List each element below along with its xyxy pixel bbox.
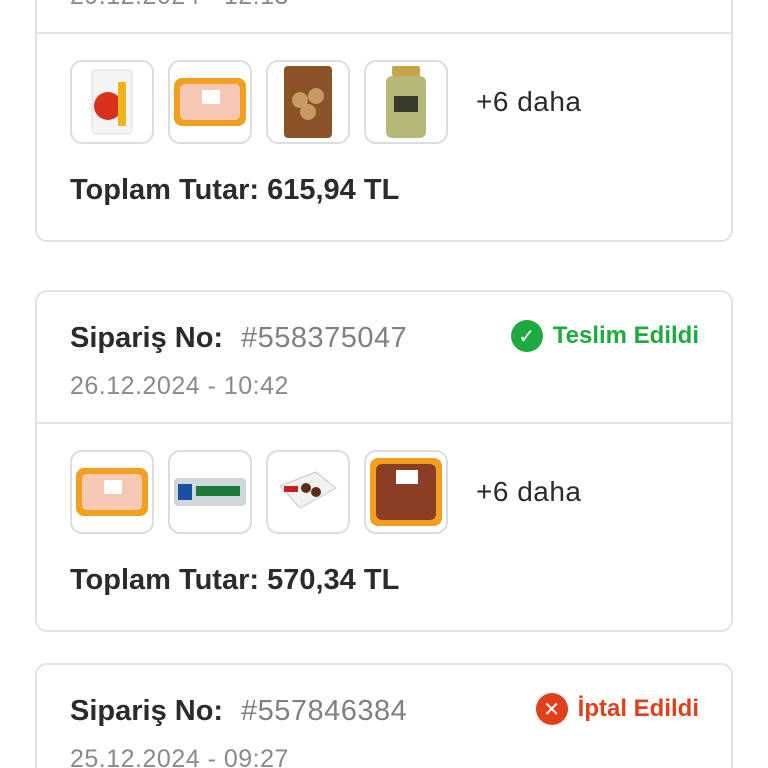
product-thumbnail[interactable]	[168, 450, 252, 534]
product-thumbnail[interactable]	[364, 450, 448, 534]
product-thumbnail[interactable]	[364, 60, 448, 144]
product-thumbnail[interactable]	[266, 60, 350, 144]
tomato-paste-bag-icon	[91, 69, 133, 135]
order-number-label: Sipariş No:	[70, 695, 224, 727]
status-badge: ✕ İptal Edildi	[535, 693, 699, 725]
more-items-label: +6 daha	[476, 86, 582, 117]
order-date: 26.12.2024 - 10:42	[70, 372, 289, 400]
order-card-header: Sipariş No: #558375047 ✓ Teslim Edildi 2…	[37, 292, 731, 424]
order-number: #557846384	[241, 695, 408, 727]
close-icon: ✕	[535, 693, 568, 725]
order-total: Toplam Tutar: 570,34 TL	[70, 564, 399, 597]
order-total-label: Toplam Tutar:	[70, 564, 260, 596]
order-card[interactable]: Sipariş No: #557846384 ✕ İptal Edildi 25…	[35, 663, 733, 768]
product-thumbnail[interactable]	[70, 60, 154, 144]
more-items-label: +6 daha	[476, 476, 582, 507]
trash-bag-pack-icon	[174, 478, 246, 506]
order-total: Toplam Tutar: 615,94 TL	[70, 174, 399, 207]
order-number-label: Sipariş No:	[70, 322, 224, 354]
product-thumbnail[interactable]	[266, 450, 350, 534]
chicken-tray-icon	[174, 78, 246, 126]
status-label: İptal Edildi	[577, 695, 699, 722]
order-total-value: 615,94 TL	[267, 174, 400, 206]
order-number: #558375047	[241, 322, 408, 354]
order-total-label: Toplam Tutar:	[70, 174, 260, 206]
order-card-body: +6 daha Toplam Tutar: 615,94 TL	[37, 34, 731, 240]
pickle-jar-icon	[386, 66, 426, 138]
product-thumbnail[interactable]	[168, 60, 252, 144]
product-thumbnail[interactable]	[70, 450, 154, 534]
check-icon: ✓	[510, 320, 543, 352]
order-card[interactable]: Sipariş No: #558375047 ✓ Teslim Edildi 2…	[35, 290, 733, 632]
order-card[interactable]: 29.12.2024 - 12:13	[35, 0, 733, 242]
order-card-header: 29.12.2024 - 12:13	[37, 0, 731, 34]
mushroom-bag-icon	[284, 66, 332, 138]
order-date: 25.12.2024 - 09:27	[70, 745, 289, 768]
product-thumbnails: +6 daha	[70, 450, 582, 534]
chicken-tray-icon	[76, 468, 148, 516]
status-label: Teslim Edildi	[552, 322, 699, 349]
product-thumbnails: +6 daha	[70, 60, 582, 144]
order-date: 29.12.2024 - 12:13	[70, 0, 289, 11]
status-badge: ✓ Teslim Edildi	[510, 320, 699, 352]
order-total-value: 570,34 TL	[267, 564, 400, 596]
meat-tray-icon	[370, 458, 442, 526]
order-card-header: Sipariş No: #557846384 ✕ İptal Edildi 25…	[37, 665, 731, 768]
order-card-body: +6 daha Toplam Tutar: 570,34 TL	[37, 424, 731, 630]
chocolate-box-icon	[279, 471, 337, 509]
